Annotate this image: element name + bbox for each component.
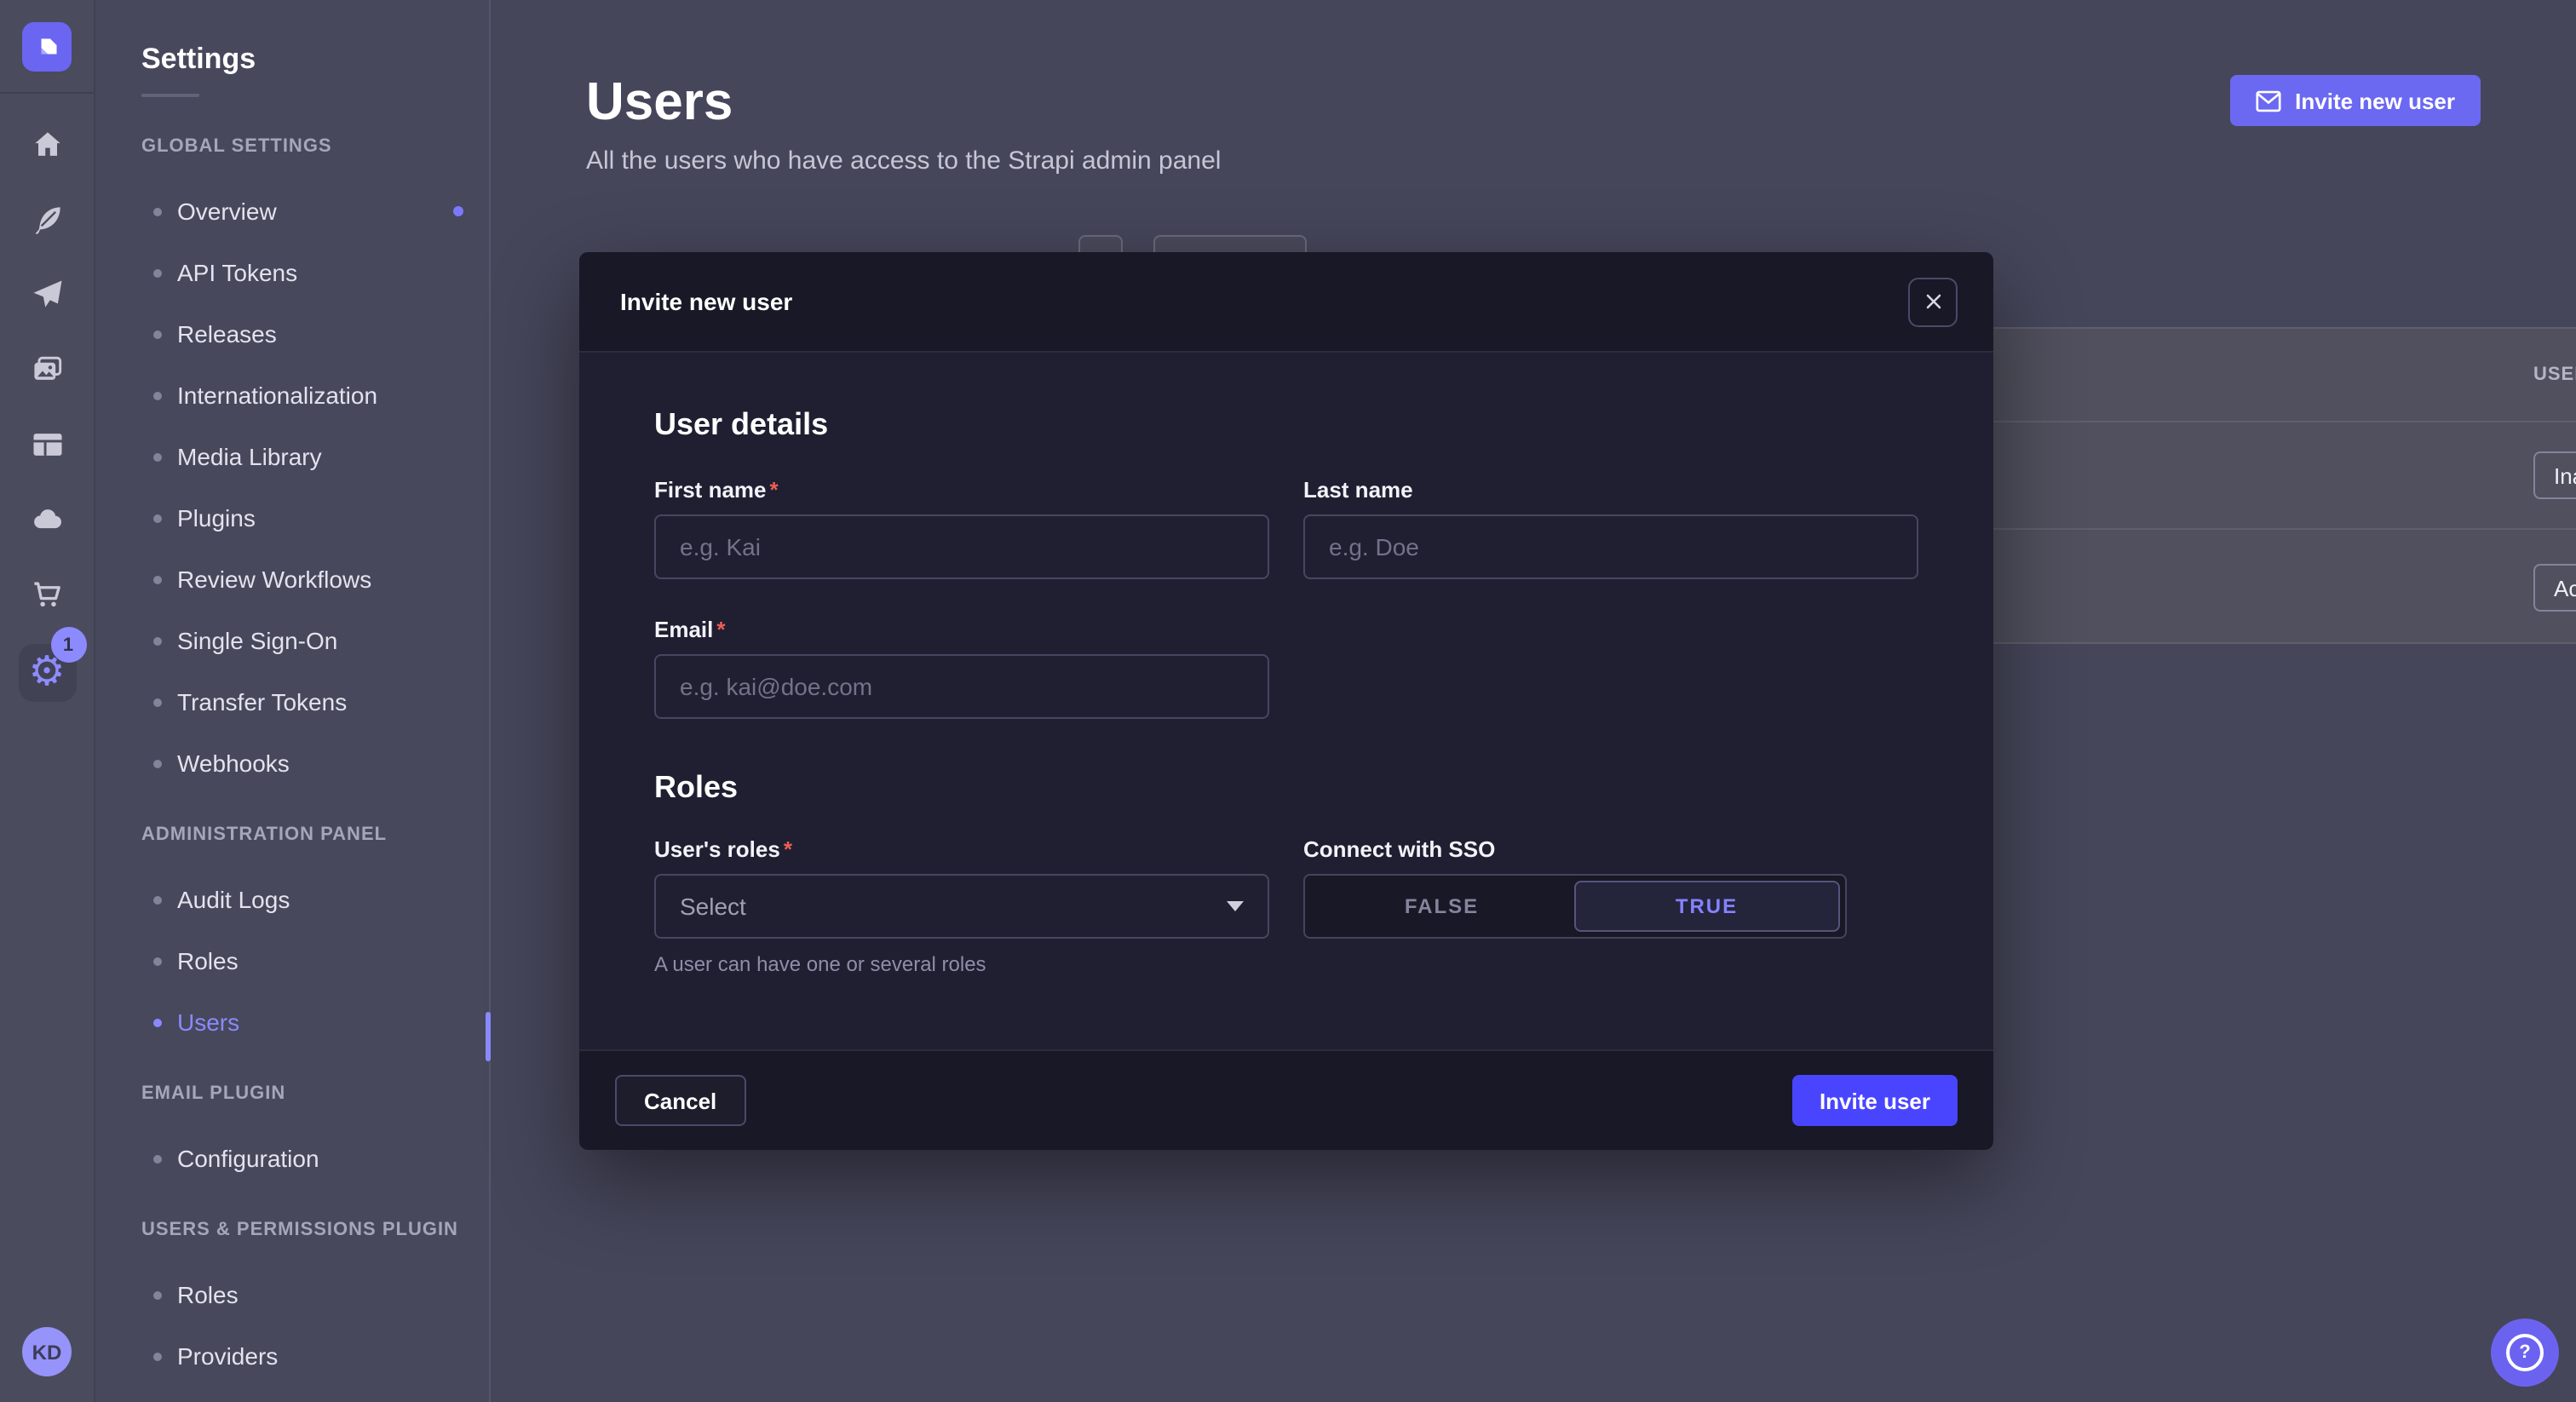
- section-email-plugin: EMAIL PLUGIN Configuration: [95, 1082, 489, 1189]
- media-library-icon[interactable]: [26, 349, 67, 390]
- close-button[interactable]: [1908, 277, 1958, 326]
- required-mark: *: [716, 617, 725, 642]
- invite-new-user-button[interactable]: Invite new user: [2230, 75, 2481, 126]
- invite-user-submit-button[interactable]: Invite user: [1792, 1075, 1958, 1126]
- cancel-button[interactable]: Cancel: [615, 1075, 745, 1126]
- invite-user-modal: Invite new user User details First name*…: [579, 252, 1993, 1150]
- section-users-permissions-plugin: USERS & PERMISSIONS PLUGIN Roles Provide…: [95, 1218, 489, 1387]
- sso-toggle: FALSE TRUE: [1303, 874, 1847, 939]
- section-global-settings: GLOBAL SETTINGS Overview API Tokens Rele…: [95, 135, 489, 794]
- last-name-input[interactable]: [1303, 514, 1918, 579]
- modal-body: User details First name* Last name Email…: [579, 353, 1993, 1049]
- bullet-icon: [153, 514, 162, 522]
- bullet-icon: [153, 1154, 162, 1163]
- user-roles-select[interactable]: Select: [654, 874, 1269, 939]
- close-icon: [1921, 290, 1945, 313]
- last-name-field: Last name: [1303, 477, 1918, 579]
- bullet-icon: [153, 207, 162, 215]
- sidebar-item-media-library[interactable]: Media Library: [95, 426, 489, 487]
- email-field: Email*: [654, 617, 1269, 719]
- notification-dot: [453, 206, 463, 216]
- sso-false-option[interactable]: FALSE: [1310, 881, 1573, 932]
- active-item-indicator: [486, 1012, 491, 1061]
- paper-plane-icon[interactable]: [26, 274, 67, 315]
- bullet-icon: [153, 268, 162, 277]
- settings-badge: 1: [50, 627, 86, 663]
- page-subtitle: All the users who have access to the Str…: [586, 147, 2576, 175]
- app-icon-rail: ⚙ 1 KD: [0, 0, 95, 1402]
- feather-icon[interactable]: [26, 199, 67, 240]
- cart-icon[interactable]: [26, 574, 67, 615]
- sidebar-item-admin-roles[interactable]: Roles: [95, 930, 489, 991]
- bullet-icon: [153, 1018, 162, 1026]
- strapi-logo-icon: [32, 32, 62, 62]
- bullet-icon: [153, 957, 162, 965]
- sidebar-item-up-roles[interactable]: Roles: [95, 1264, 489, 1325]
- user-roles-field: User's roles* Select A user can have one…: [654, 836, 1269, 976]
- bullet-icon: [153, 895, 162, 904]
- bullet-icon: [153, 636, 162, 645]
- required-mark: *: [784, 836, 792, 862]
- bullet-icon: [153, 452, 162, 461]
- bullet-icon: [153, 391, 162, 399]
- section-administration-panel: ADMINISTRATION PANEL Audit Logs Roles Us…: [95, 823, 489, 1053]
- strapi-logo[interactable]: [22, 22, 72, 72]
- question-icon: ?: [2506, 1334, 2544, 1371]
- bullet-icon: [153, 1290, 162, 1299]
- status-badge: Inactive: [2533, 451, 2576, 499]
- sidebar-item-providers[interactable]: Providers: [95, 1325, 489, 1387]
- bullet-icon: [153, 575, 162, 583]
- sidebar-item-audit-logs[interactable]: Audit Logs: [95, 869, 489, 930]
- title-rule: [141, 94, 199, 97]
- bullet-icon: [153, 330, 162, 338]
- avatar[interactable]: KD: [22, 1327, 72, 1376]
- cloud-icon[interactable]: [26, 499, 67, 540]
- modal-footer: Cancel Invite user: [579, 1049, 1993, 1150]
- roles-heading: Roles: [654, 770, 1918, 806]
- strapi-admin: ⚙ 1 KD Settings GLOBAL SETTINGS Overview…: [0, 0, 2576, 1402]
- required-mark: *: [770, 477, 779, 503]
- settings-tile[interactable]: ⚙ 1: [18, 644, 76, 702]
- roles-hint: A user can have one or several roles: [654, 952, 1269, 976]
- first-name-field: First name*: [654, 477, 1269, 579]
- home-icon[interactable]: [26, 124, 67, 165]
- envelope-icon: [2256, 89, 2281, 112]
- sidebar-item-single-sign-on[interactable]: Single Sign-On: [95, 610, 489, 671]
- sidebar-item-plugins[interactable]: Plugins: [95, 487, 489, 549]
- sidebar-item-webhooks[interactable]: Webhooks: [95, 733, 489, 794]
- rail-divider: [0, 92, 94, 94]
- sidebar-title: Settings: [141, 43, 489, 77]
- sidebar-item-api-tokens[interactable]: API Tokens: [95, 242, 489, 303]
- sidebar-item-review-workflows[interactable]: Review Workflows: [95, 549, 489, 610]
- bullet-icon: [153, 698, 162, 706]
- sidebar-item-transfer-tokens[interactable]: Transfer Tokens: [95, 671, 489, 733]
- status-badge: Active: [2533, 564, 2576, 612]
- bullet-icon: [153, 759, 162, 767]
- help-button[interactable]: ?: [2491, 1319, 2559, 1387]
- sidebar-item-internationalization[interactable]: Internationalization: [95, 365, 489, 426]
- sidebar-item-users[interactable]: Users: [95, 991, 489, 1053]
- user-details-heading: User details: [654, 407, 1918, 443]
- first-name-input[interactable]: [654, 514, 1269, 579]
- sidebar-item-overview[interactable]: Overview: [95, 181, 489, 242]
- sso-field: Connect with SSO FALSE TRUE: [1303, 836, 1918, 976]
- email-input[interactable]: [654, 654, 1269, 719]
- modal-title: Invite new user: [620, 288, 792, 315]
- sso-true-option[interactable]: TRUE: [1573, 881, 1840, 932]
- chevron-down-icon: [1227, 901, 1244, 911]
- sidebar-item-configuration[interactable]: Configuration: [95, 1128, 489, 1189]
- bullet-icon: [153, 1352, 162, 1360]
- layout-icon[interactable]: [26, 424, 67, 465]
- modal-header: Invite new user: [579, 252, 1993, 353]
- settings-sidebar: Settings GLOBAL SETTINGS Overview API To…: [95, 0, 491, 1402]
- sidebar-item-releases[interactable]: Releases: [95, 303, 489, 365]
